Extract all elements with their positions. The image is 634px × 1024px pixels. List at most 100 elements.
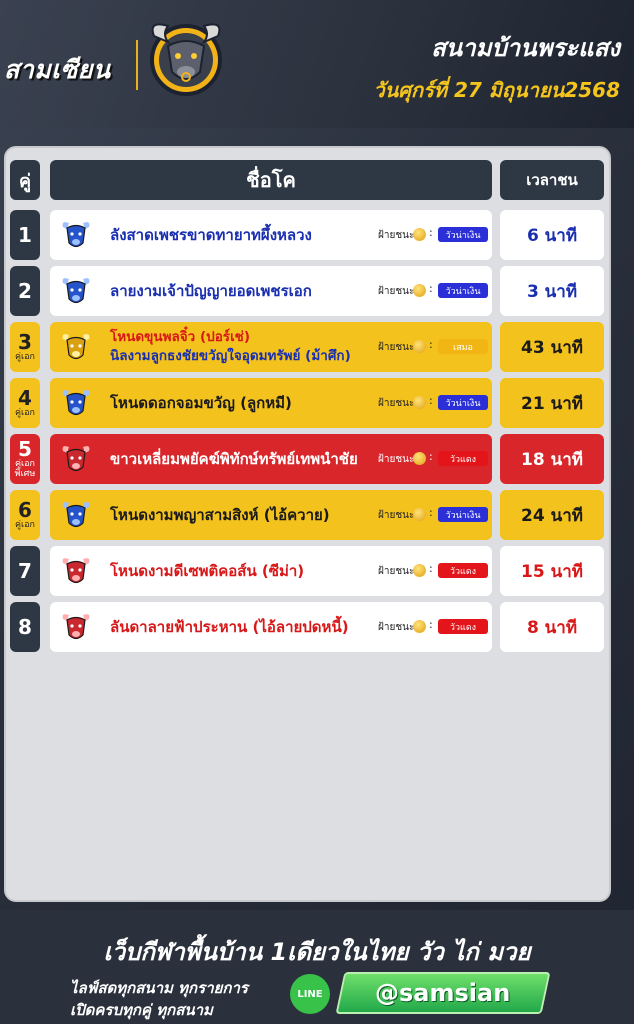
result-badge: วัวน่าเงิน [438,227,488,242]
pair-tag: คู่เอก [15,352,35,362]
match-row: 8 ลันดาลายฟ้าประหาน (ไอ้ลายปดหนี้) ฝ้ายชนะ… [0,602,634,652]
match-row: 1 ลังสาดเพชรขาดทายาทผึ้งหลวง ฝ้ายชนะ: วัวน่… [0,210,634,260]
result-badge: วัวน่าเงิน [438,507,488,522]
separator: : [429,282,433,295]
header-bar: สามเซียน สนามบ้านพระแสง วันศุกร์ที่ 27 ม… [0,0,634,128]
bull-names: ลังสาดเพชรขาดทายาทผึ้งหลวง [110,210,375,260]
bull-names: โหนดงามดีเซพติคอส์น (ซีม่า) [110,546,375,596]
footer-line-1: ไลฟ์สดทุกสนาม ทุกรายการ [70,979,248,997]
bull-name: ลังสาดเพชรขาดทายาทผึ้งหลวง [110,225,312,244]
bull-head-icon [62,614,90,640]
separator: : [429,562,433,575]
winner-label: ฝ้ายชนะ [378,454,415,465]
bull-name-cell: ลังสาดเพชรขาดทายาทผึ้งหลวง ฝ้ายชนะ: วัวน่า… [50,210,492,260]
bull-name-cell: ลันดาลายฟ้าประหาน (ไอ้ลายปดหนี้) ฝ้ายชนะ:… [50,602,492,652]
bull-name: โหนดงามพญาสามสิงห์ (ไอ้ควาย) [110,505,330,524]
separator: : [429,506,433,519]
bull-head-icon [62,390,90,416]
brand-name: สามเซียน [4,55,111,84]
pair-number: 1 [18,223,32,247]
bull-head-icon [62,502,90,528]
bull-name: นิลงามลูกธงชัยขวัญใจอุดมทรัพย์ (ม้าศึก) [110,348,351,364]
coin-icon [413,452,426,465]
pair-tag: คู่เอก [15,408,35,418]
pair-number-cell: 3 คู่เอก [10,322,40,372]
match-row: 3 คู่เอก โหนดขุนพลจิ๋ว (ปอร์เช่) นิลงามลูกธ… [0,322,634,372]
bull-names: ลายงามเจ้าปัญญายอดเพชรเอก [110,266,375,316]
event-date: วันศุกร์ที่ 27 มิถุนายน2568 [373,78,620,102]
fight-time: 18 นาที [500,434,604,484]
separator: : [429,226,433,239]
bull-head-icon [62,278,90,304]
footer-slogan: เว็บกีฬาพื้นบ้าน 1เดียวในไทย วัว ไก่ มวย [103,938,531,966]
bull-names: โหนดดอกจอมขวัญ (ลูกหมี) [110,378,375,428]
bull-name-cell: โหนดขุนพลจิ๋ว (ปอร์เช่) นิลงามลูกธงชัยขวั… [50,322,492,372]
pair-number-cell: 6 คู่เอก [10,490,40,540]
bull-name: โหนดขุนพลจิ๋ว (ปอร์เช่) [110,329,251,345]
line-handle-button[interactable]: @samsian [335,972,551,1014]
coin-icon [413,620,426,633]
pair-number: 8 [18,615,32,639]
pair-number: 5 [18,437,32,461]
fight-time: 8 นาที [500,602,604,652]
venue-title: สนามบ้านพระแสง [431,34,620,62]
pair-number: 6 [18,498,32,522]
pair-number-cell: 8 [10,602,40,652]
pair-number: 4 [18,386,32,410]
separator: : [429,618,433,631]
bull-name-cell: โหนดดอกจอมขวัญ (ลูกหมี) ฝ้ายชนะ: วัวน่าเงิ… [50,378,492,428]
separator: : [429,450,433,463]
bull-names: โหนดขุนพลจิ๋ว (ปอร์เช่) นิลงามลูกธงชัยขวั… [110,322,375,372]
result-badge: วัวน่าเงิน [438,283,488,298]
bull-name: ขาวเหลี่ยมพยัคฆ์พิทักษ์ทรัพย์เทพนำชัย [110,449,358,468]
line-handle-text: @samsian [375,979,511,1007]
column-header-time: เวลาชน [500,160,604,200]
winner-label: ฝ้ายชนะ [378,510,415,521]
winner-label: ฝ้ายชนะ [378,286,415,297]
pair-number-cell: 4 คู่เอก [10,378,40,428]
bull-name: ลายงามเจ้าปัญญายอดเพชรเอก [110,281,312,300]
fight-time: 43 นาที [500,322,604,372]
winner-label: ฝ้ายชนะ [378,342,415,353]
bull-head-icon [62,558,90,584]
bull-name-cell: โหนดงามดีเซพติคอส์น (ซีม่า) ฝ้ายชนะ: วัวแด… [50,546,492,596]
line-app-icon[interactable]: LINE [290,974,330,1014]
result-badge: วัวแดง [438,563,488,578]
pair-number-cell: 1 [10,210,40,260]
pair-number: 2 [18,279,32,303]
match-row: 7 โหนดงามดีเซพติคอส์น (ซีม่า) ฝ้ายชนะ: วัวแ… [0,546,634,596]
bull-head-icon [62,222,90,248]
bull-names: โหนดงามพญาสามสิงห์ (ไอ้ควาย) [110,490,375,540]
separator: : [429,394,433,407]
bull-name: ลันดาลายฟ้าประหาน (ไอ้ลายปดหนี้) [110,617,349,636]
winner-label: ฝ้ายชนะ [378,230,415,241]
bull-head-logo-icon [150,23,222,96]
bull-head-icon [62,334,90,360]
winner-label: ฝ้ายชนะ [378,398,415,409]
result-badge: เสมอ [438,339,488,354]
result-badge: วัวแดง [438,619,488,634]
bull-names: ลันดาลายฟ้าประหาน (ไอ้ลายปดหนี้) [110,602,375,652]
fight-time: 3 นาที [500,266,604,316]
fight-time: 21 นาที [500,378,604,428]
bull-head-icon [62,446,90,472]
bull-name-cell: โหนดงามพญาสามสิงห์ (ไอ้ควาย) ฝ้ายชนะ: วัวน… [50,490,492,540]
bull-name-cell: ขาวเหลี่ยมพยัคฆ์พิทักษ์ทรัพย์เทพนำชัย ฝ้า… [50,434,492,484]
fight-time: 24 นาที [500,490,604,540]
column-header-pair: คู่ [10,160,40,200]
column-header-name: ชื่อโค [50,160,492,200]
pair-number: 3 [18,330,32,354]
coin-icon [413,284,426,297]
bull-name: โหนดงามดีเซพติคอส์น (ซีม่า) [110,561,305,580]
winner-label: ฝ้ายชนะ [378,622,415,633]
footer-line-2: เปิดครบทุกคู่ ทุกสนาม [70,1001,213,1019]
coin-icon [413,396,426,409]
coin-icon [413,564,426,577]
coin-icon [413,228,426,241]
pair-tag: คู่เอก พิเศษ [14,459,36,479]
match-row: 5 คู่เอก พิเศษ ขาวเหลี่ยมพยัคฆ์พิทักษ์ทรัพ… [0,434,634,484]
pair-number-cell: 5 คู่เอก พิเศษ [10,434,40,484]
bull-names: ขาวเหลี่ยมพยัคฆ์พิทักษ์ทรัพย์เทพนำชัย [110,434,375,484]
pair-number: 7 [18,559,32,583]
match-row: 4 คู่เอก โหนดดอกจอมขวัญ (ลูกหมี) ฝ้ายชนะ: วั… [0,378,634,428]
